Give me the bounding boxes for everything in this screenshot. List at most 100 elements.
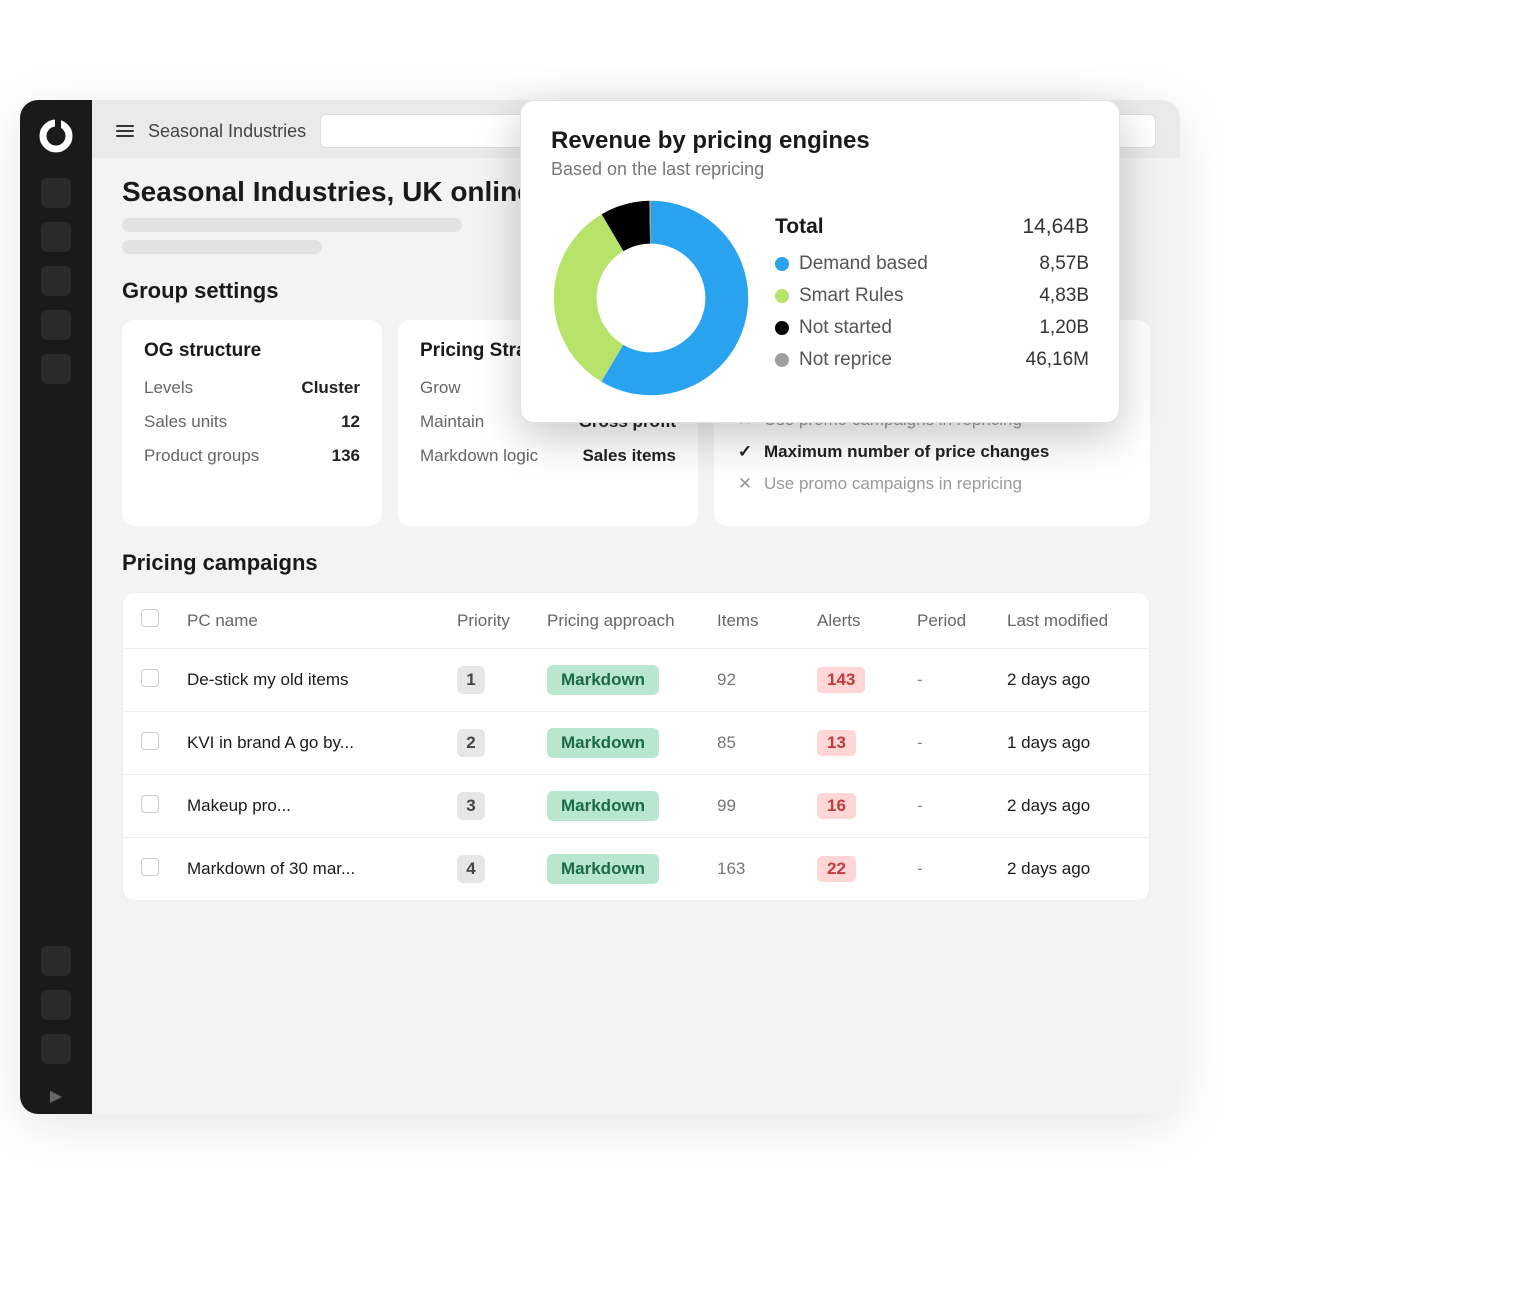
legend-label: Smart Rules	[799, 285, 904, 307]
cell-period: -	[903, 775, 993, 838]
cell-modified: 1 days ago	[993, 712, 1149, 775]
priority-badge: 3	[457, 792, 485, 820]
legend-value: 8,57B	[1039, 253, 1089, 275]
section-pricing-campaigns: Pricing campaigns	[122, 550, 1150, 576]
constraint-item[interactable]: ✓ Maximum number of price changes	[736, 442, 1128, 462]
app-logo-icon	[38, 118, 74, 154]
alerts-badge[interactable]: 22	[817, 856, 856, 882]
table-row[interactable]: Markdown of 30 mar... 4 Markdown 163 22 …	[123, 838, 1149, 901]
og-value: 136	[332, 446, 360, 466]
col-name[interactable]: PC name	[173, 593, 443, 649]
constraint-item[interactable]: ✕ Use promo campaigns in repricing	[736, 474, 1128, 494]
row-checkbox[interactable]	[141, 795, 159, 813]
alerts-badge[interactable]: 13	[817, 730, 856, 756]
cell-items: 85	[703, 712, 803, 775]
priority-badge: 2	[457, 729, 485, 757]
row-checkbox[interactable]	[141, 669, 159, 687]
popover-title: Revenue by pricing engines	[551, 127, 1089, 155]
table-row[interactable]: De-stick my old items 1 Markdown 92 143 …	[123, 649, 1149, 712]
skeleton-line	[122, 218, 462, 232]
sidebar-item[interactable]	[41, 990, 71, 1020]
approach-badge: Markdown	[547, 728, 659, 758]
constraint-label: Use promo campaigns in repricing	[764, 474, 1022, 494]
cell-name: Markdown of 30 mar...	[173, 838, 443, 901]
card-og-structure: OG structure Levels Cluster Sales units …	[122, 320, 382, 526]
legend-total-value: 14,64B	[1022, 215, 1089, 239]
og-row: Sales units 12	[144, 412, 360, 432]
table-row[interactable]: KVI in brand A go by... 2 Markdown 85 13…	[123, 712, 1149, 775]
legend-label: Not reprice	[799, 349, 892, 371]
sidebar-item[interactable]	[41, 266, 71, 296]
legend-swatch	[775, 353, 789, 367]
cell-period: -	[903, 649, 993, 712]
legend-swatch	[775, 321, 789, 335]
og-row: Product groups 136	[144, 446, 360, 466]
legend-row: Smart Rules 4,83B	[775, 285, 1089, 307]
cell-period: -	[903, 838, 993, 901]
skeleton-line	[122, 240, 322, 254]
popover-subtitle: Based on the last repricing	[551, 159, 1089, 180]
legend-row: Not reprice 46,16M	[775, 349, 1089, 371]
col-alerts[interactable]: Alerts	[803, 593, 903, 649]
legend-total-label: Total	[775, 215, 824, 239]
sidebar-item[interactable]	[41, 354, 71, 384]
og-value: Cluster	[301, 378, 360, 398]
cell-modified: 2 days ago	[993, 775, 1149, 838]
priority-badge: 1	[457, 666, 485, 694]
og-value: 12	[341, 412, 360, 432]
cell-period: -	[903, 712, 993, 775]
revenue-popover: Revenue by pricing engines Based on the …	[520, 100, 1120, 423]
priority-badge: 4	[457, 855, 485, 883]
check-icon: ✓	[736, 442, 754, 462]
strategy-value: Sales items	[582, 446, 676, 466]
cross-icon: ✕	[736, 474, 754, 494]
legend-row: Demand based 8,57B	[775, 253, 1089, 275]
col-modified[interactable]: Last modified	[993, 593, 1149, 649]
legend-value: 46,16M	[1026, 349, 1089, 371]
legend-value: 4,83B	[1039, 285, 1089, 307]
cell-name: Makeup pro...	[173, 775, 443, 838]
cell-items: 99	[703, 775, 803, 838]
breadcrumb[interactable]: Seasonal Industries	[148, 121, 306, 142]
donut-segment	[575, 222, 727, 374]
cell-name: De-stick my old items	[173, 649, 443, 712]
sidebar-expand-icon[interactable]: ▶	[42, 1078, 70, 1114]
sidebar-item[interactable]	[41, 178, 71, 208]
legend-row: Not started 1,20B	[775, 317, 1089, 339]
legend-swatch	[775, 289, 789, 303]
approach-badge: Markdown	[547, 665, 659, 695]
table-header-row: PC name Priority Pricing approach Items …	[123, 593, 1149, 649]
col-period[interactable]: Period	[903, 593, 993, 649]
strategy-key: Grow	[420, 378, 461, 398]
cell-modified: 2 days ago	[993, 838, 1149, 901]
table-row[interactable]: Makeup pro... 3 Markdown 99 16 - 2 days …	[123, 775, 1149, 838]
sidebar-item[interactable]	[41, 1034, 71, 1064]
legend-label: Not started	[799, 317, 892, 339]
select-all-checkbox[interactable]	[141, 609, 159, 627]
alerts-badge[interactable]: 16	[817, 793, 856, 819]
cell-name: KVI in brand A go by...	[173, 712, 443, 775]
donut-chart	[551, 198, 751, 398]
campaigns-table: PC name Priority Pricing approach Items …	[122, 592, 1150, 901]
alerts-badge[interactable]: 143	[817, 667, 865, 693]
cell-modified: 2 days ago	[993, 649, 1149, 712]
sidebar: ▶	[20, 100, 92, 1114]
row-checkbox[interactable]	[141, 732, 159, 750]
og-key: Sales units	[144, 412, 227, 432]
approach-badge: Markdown	[547, 791, 659, 821]
chart-legend: Total 14,64B Demand based 8,57B Smart Ru…	[775, 215, 1089, 381]
strategy-key: Maintain	[420, 412, 484, 432]
og-row: Levels Cluster	[144, 378, 360, 398]
col-items[interactable]: Items	[703, 593, 803, 649]
sidebar-item[interactable]	[41, 310, 71, 340]
sidebar-item[interactable]	[41, 222, 71, 252]
cell-items: 163	[703, 838, 803, 901]
menu-icon[interactable]	[116, 125, 134, 137]
strategy-key: Markdown logic	[420, 446, 538, 466]
sidebar-item[interactable]	[41, 946, 71, 976]
legend-swatch	[775, 257, 789, 271]
og-key: Levels	[144, 378, 193, 398]
col-approach[interactable]: Pricing approach	[533, 593, 703, 649]
row-checkbox[interactable]	[141, 858, 159, 876]
col-priority[interactable]: Priority	[443, 593, 533, 649]
